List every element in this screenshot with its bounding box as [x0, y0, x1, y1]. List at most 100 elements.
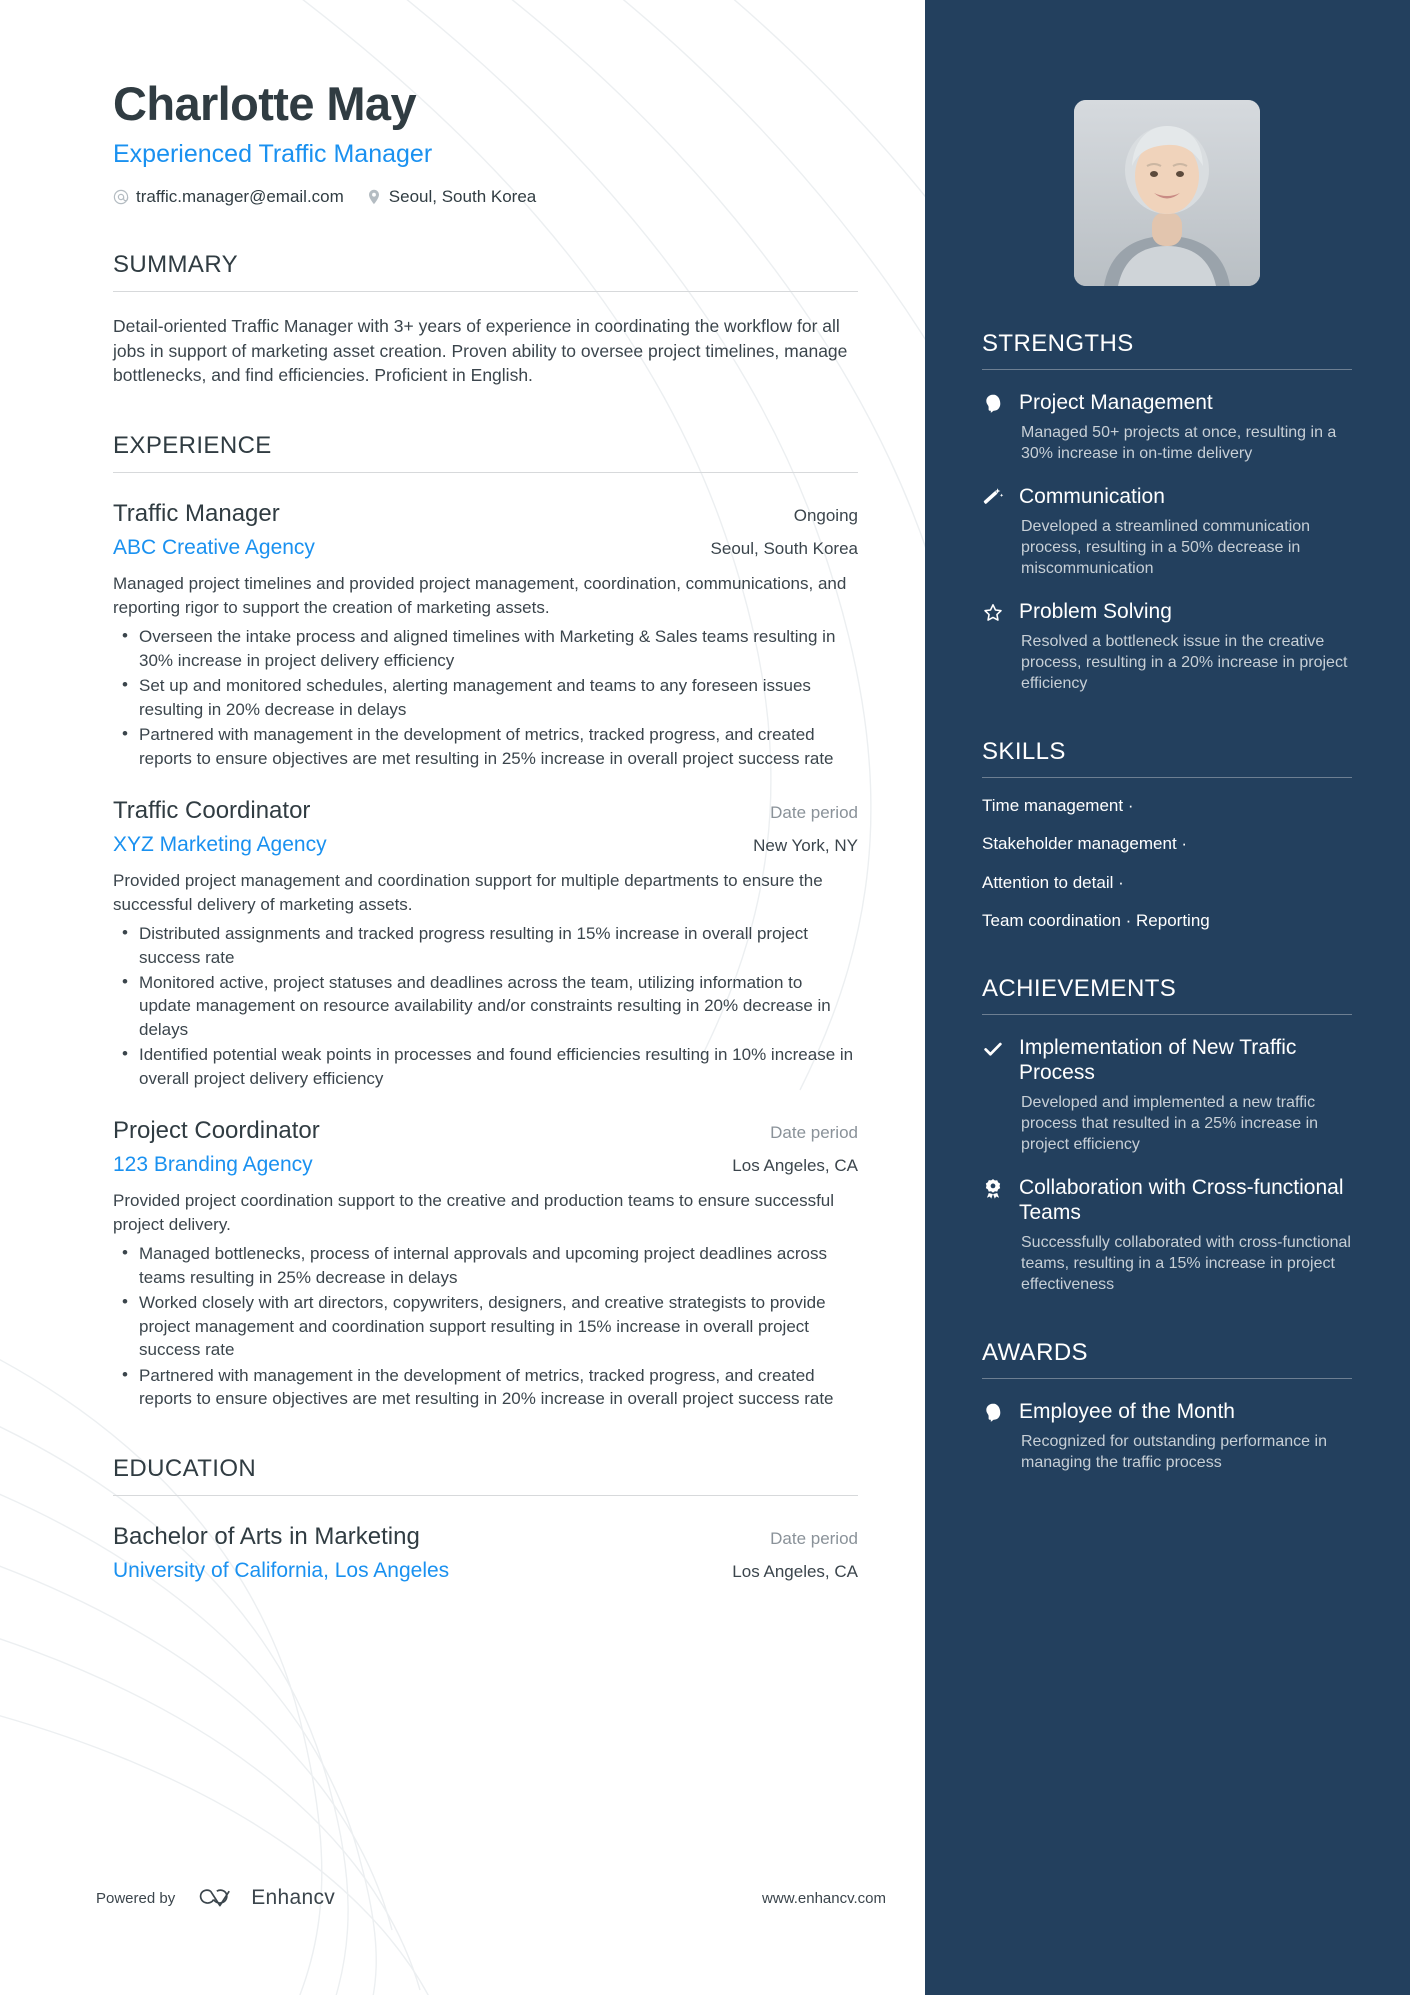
- experience-entry: Project Coordinator Date period 123 Bran…: [113, 1116, 858, 1410]
- experience-entry-headline: Project Coordinator Date period: [113, 1116, 858, 1146]
- experience-company[interactable]: XYZ Marketing Agency: [113, 832, 327, 857]
- experience-role: Project Coordinator: [113, 1117, 320, 1145]
- experience-bullet: Managed bottlenecks, process of internal…: [113, 1241, 858, 1289]
- experience-bullet: Worked closely with art directors, copyw…: [113, 1290, 858, 1361]
- experience-company[interactable]: 123 Branding Agency: [113, 1152, 313, 1177]
- experience-description: Managed project timelines and provided p…: [113, 574, 847, 617]
- experience-bullet: Overseen the intake process and aligned …: [113, 624, 858, 672]
- strength-title: Problem Solving: [1019, 600, 1172, 624]
- section-education: EDUCATION Bachelor of Arts in Marketing …: [113, 1455, 858, 1583]
- strength-title: Project Management: [1019, 391, 1213, 414]
- section-experience: EXPERIENCE Traffic Manager Ongoing ABC C…: [113, 432, 858, 1410]
- divider: [982, 777, 1352, 779]
- education-entry-headline: Bachelor of Arts in Marketing Date perio…: [113, 1522, 858, 1552]
- job-title: Experienced Traffic Manager: [113, 139, 433, 168]
- experience-entry-subline: XYZ Marketing Agency New York, NY: [113, 832, 858, 857]
- experience-bullet: Partnered with management in the develop…: [113, 722, 858, 770]
- skills-list: Time management · Stakeholder management…: [982, 795, 1352, 931]
- award-desc: Recognized for outstanding performance i…: [1021, 1432, 1327, 1471]
- experience-bullets: Distributed assignments and tracked prog…: [113, 921, 858, 1090]
- avatar: [1074, 100, 1260, 286]
- experience-role: Traffic Coordinator: [113, 797, 311, 825]
- experience-bullets: Managed bottlenecks, process of internal…: [113, 1241, 858, 1411]
- education-location: Los Angeles, CA: [732, 1561, 858, 1581]
- skill-row: Stakeholder management ·: [982, 834, 1188, 854]
- experience-date: Ongoing: [793, 506, 858, 526]
- experience-entry-subline: 123 Branding Agency Los Angeles, CA: [113, 1152, 858, 1177]
- divider: [982, 369, 1352, 370]
- footer-url[interactable]: www.enhancv.com: [762, 1890, 886, 1907]
- summary-heading: SUMMARY: [113, 250, 239, 278]
- section-strengths: STRENGTHS Project Management Managed 50+…: [982, 330, 1352, 694]
- experience-heading: EXPERIENCE: [113, 432, 272, 460]
- experience-entry-subline: ABC Creative Agency Seoul, South Korea: [113, 535, 858, 560]
- experience-bullet: Identified potential weak points in proc…: [113, 1042, 858, 1090]
- contact-email-text: traffic.manager@email.com: [136, 186, 344, 206]
- strength-body: Communication Developed a streamlined co…: [1019, 485, 1352, 579]
- skill-row: Team coordination · Reporting: [982, 910, 1210, 930]
- checkmark-icon: [982, 1036, 1006, 1155]
- experience-description: Provided project management and coordina…: [113, 871, 823, 914]
- strength-item: Problem Solving Resolved a bottleneck is…: [982, 600, 1352, 694]
- achievement-desc: Developed and implemented a new traffic …: [1021, 1093, 1319, 1153]
- strength-item: Communication Developed a streamlined co…: [982, 485, 1352, 579]
- achievement-body: Collaboration with Cross-functional Team…: [1019, 1176, 1352, 1295]
- experience-bullet: Distributed assignments and tracked prog…: [113, 921, 858, 969]
- experience-bullets: Overseen the intake process and aligned …: [113, 624, 858, 770]
- experience-description: Provided project coordination support to…: [113, 1191, 835, 1234]
- achievement-item: Collaboration with Cross-functional Team…: [982, 1176, 1352, 1295]
- head-idea-icon: [982, 391, 1006, 464]
- experience-entry-headline: Traffic Manager Ongoing: [113, 499, 858, 529]
- contact-row: traffic.manager@email.com Seoul, South K…: [113, 187, 925, 207]
- experience-date: Date period: [770, 1123, 858, 1143]
- strength-title: Communication: [1019, 484, 1165, 508]
- star-outline-icon: [982, 600, 1006, 694]
- footer: Powered by Enhancv www.enhancv.com: [96, 1886, 886, 1910]
- divider: [982, 1014, 1352, 1016]
- strength-body: Project Management Managed 50+ projects …: [1019, 391, 1352, 464]
- strength-desc: Resolved a bottleneck issue in the creat…: [1021, 632, 1348, 693]
- education-degree: Bachelor of Arts in Marketing: [113, 1522, 420, 1550]
- skills-heading: SKILLS: [982, 738, 1066, 766]
- at-icon: [113, 189, 129, 205]
- experience-bullet: Partnered with management in the develop…: [113, 1363, 858, 1411]
- education-school[interactable]: University of California, Los Angeles: [113, 1558, 449, 1583]
- education-date: Date period: [770, 1528, 858, 1548]
- experience-entry: Traffic Manager Ongoing ABC Creative Age…: [113, 499, 858, 770]
- experience-date: Date period: [770, 803, 858, 823]
- education-entry: Bachelor of Arts in Marketing Date perio…: [113, 1522, 858, 1583]
- strengths-heading: STRENGTHS: [982, 330, 1134, 357]
- enhancv-logo-icon: [199, 1889, 231, 1907]
- experience-location: New York, NY: [753, 836, 858, 856]
- sidebar: STRENGTHS Project Management Managed 50+…: [925, 0, 1410, 1995]
- education-entry-subline: University of California, Los Angeles Lo…: [113, 1558, 858, 1583]
- experience-bullet: Monitored active, project statuses and d…: [113, 970, 858, 1041]
- magic-wand-icon: [982, 485, 1006, 579]
- achievement-item: Implementation of New Traffic Process De…: [982, 1036, 1352, 1155]
- map-pin-icon: [366, 189, 382, 205]
- skill-row: Attention to detail ·: [982, 872, 1124, 892]
- page-title: Charlotte May: [113, 77, 417, 130]
- achievement-title: Implementation of New Traffic Process: [1019, 1036, 1297, 1084]
- footer-powered-by: Powered by: [96, 1889, 176, 1907]
- experience-location: Seoul, South Korea: [710, 539, 858, 559]
- experience-bullet: Set up and monitored schedules, alerting…: [113, 673, 858, 721]
- strength-desc: Managed 50+ projects at once, resulting …: [1021, 423, 1337, 462]
- strength-item: Project Management Managed 50+ projects …: [982, 391, 1352, 464]
- divider: [113, 472, 858, 474]
- head-idea-icon: [982, 1400, 1006, 1473]
- strength-desc: Developed a streamlined communication pr…: [1021, 517, 1311, 577]
- section-skills: SKILLS Time management · Stakeholder man…: [982, 738, 1352, 931]
- award-item: Employee of the Month Recognized for out…: [982, 1400, 1352, 1473]
- main-column: Charlotte May Experienced Traffic Manage…: [0, 0, 925, 1995]
- experience-company[interactable]: ABC Creative Agency: [113, 535, 315, 560]
- contact-email[interactable]: traffic.manager@email.com: [113, 187, 344, 207]
- divider: [982, 1377, 1352, 1379]
- award-ribbon-icon: [982, 1176, 1006, 1295]
- skill-row: Time management ·: [982, 796, 1134, 816]
- portrait-photo-icon: [1074, 100, 1260, 286]
- footer-brand-name: Enhancv: [251, 1886, 336, 1909]
- education-heading: EDUCATION: [113, 1454, 257, 1482]
- achievements-heading: ACHIEVEMENTS: [982, 975, 1177, 1003]
- footer-logo: Enhancv: [198, 1886, 335, 1910]
